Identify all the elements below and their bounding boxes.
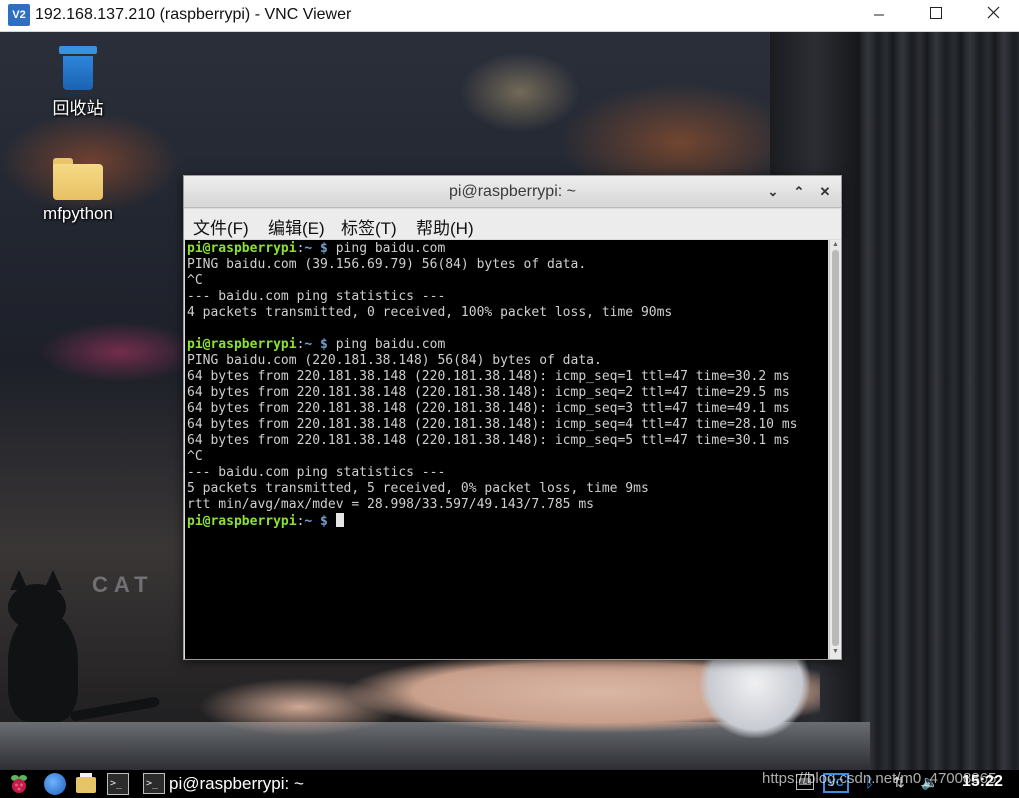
terminal-prompt-line: pi@raspberrypi:~ $ ping baidu.com — [187, 337, 797, 353]
menu-help[interactable]: 帮助(H) — [416, 214, 474, 239]
maximize-icon — [930, 7, 942, 19]
terminal-close-button[interactable]: ✕ — [816, 183, 834, 201]
terminal-menubar: 文件(F) 编辑(E) 标签(T) 帮助(H) — [184, 209, 841, 239]
terminal-output-line: 64 bytes from 220.181.38.148 (220.181.38… — [187, 385, 790, 400]
terminal-output-line: PING baidu.com (39.156.69.79) 56(84) byt… — [187, 257, 587, 272]
taskbar-task-label: pi@raspberrypi: ~ — [169, 774, 304, 793]
terminal-launcher-icon[interactable]: >_ — [107, 773, 129, 795]
raspberry-menu-icon[interactable] — [8, 773, 30, 795]
raspberry-icon — [11, 775, 27, 793]
watermark: https://blog.csdn.net/m0_47008865 — [762, 770, 997, 787]
scroll-up-icon[interactable]: ▲ — [832, 241, 839, 248]
terminal-cursor — [335, 513, 344, 527]
close-icon — [987, 6, 1000, 19]
vnc-window-title: 192.168.137.210 (raspberrypi) - VNC View… — [35, 6, 352, 23]
window-close-button[interactable] — [964, 0, 1019, 30]
close-icon: ✕ — [819, 184, 831, 199]
trash-icon — [59, 46, 97, 90]
terminal-output-line: --- baidu.com ping statistics --- — [187, 289, 446, 304]
wallpaper-neon-sign: CAT — [92, 572, 154, 597]
prompt-symbol: $ — [312, 337, 336, 352]
folder-icon — [53, 158, 103, 200]
terminal-maximize-button[interactable]: ⌃ — [790, 183, 808, 201]
terminal-output-line: 64 bytes from 220.181.38.148 (220.181.38… — [187, 417, 798, 432]
minimize-icon — [874, 14, 884, 16]
terminal-output-line: rtt min/avg/max/mdev = 28.998/33.597/49.… — [187, 497, 594, 512]
taskbar-task-terminal[interactable]: >_ pi@raspberrypi: ~ — [141, 772, 331, 796]
wallpaper-cat-ear — [44, 570, 62, 590]
web-browser-icon[interactable] — [44, 773, 66, 795]
chevron-down-icon: ⌄ — [767, 184, 779, 199]
terminal-output-line: 5 packets transmitted, 5 received, 0% pa… — [187, 481, 649, 496]
file-manager-icon[interactable] — [76, 773, 98, 795]
terminal-output-line: ^C — [187, 273, 203, 288]
wallpaper-cat-ear — [10, 570, 28, 590]
prompt-symbol: $ — [312, 514, 336, 529]
terminal-prompt-line: pi@raspberrypi:~ $ ping baidu.com — [187, 241, 797, 257]
wallpaper-curtain — [860, 32, 1019, 770]
wallpaper-cat-head — [8, 584, 66, 630]
terminal-minimize-button[interactable]: ⌄ — [764, 183, 782, 201]
prompt-command: ping baidu.com — [335, 241, 446, 256]
terminal-output-line: --- baidu.com ping statistics --- — [187, 465, 446, 480]
terminal-output-line: 64 bytes from 220.181.38.148 (220.181.38… — [187, 369, 790, 384]
chevron-up-icon: ⌃ — [793, 184, 805, 199]
terminal-output[interactable]: pi@raspberrypi:~ $ ping baidu.com PING ba… — [185, 240, 828, 659]
window-maximize-button[interactable] — [907, 0, 965, 30]
prompt-command: ping baidu.com — [335, 337, 446, 352]
prompt-user: pi@raspberrypi — [187, 241, 297, 256]
terminal-title: pi@raspberrypi: ~ — [449, 183, 576, 200]
menu-file[interactable]: 文件(F) — [193, 214, 249, 239]
terminal-output-line: 64 bytes from 220.181.38.148 (220.181.38… — [187, 433, 790, 448]
terminal-scrollbar[interactable]: ▲ ▼ — [829, 240, 841, 659]
remote-desktop[interactable]: CAT 回收站 mfpython pi@raspberrypi: ~ ⌄ ⌃ ✕ — [0, 32, 1019, 770]
vnc-app-icon: V2 — [8, 4, 30, 26]
desktop-icon-label: 回收站 — [52, 99, 104, 118]
terminal-titlebar[interactable]: pi@raspberrypi: ~ ⌄ ⌃ ✕ — [184, 176, 841, 208]
terminal-output-line — [187, 321, 797, 337]
scrollbar-thumb[interactable] — [832, 250, 839, 646]
terminal-window[interactable]: pi@raspberrypi: ~ ⌄ ⌃ ✕ 文件(F) 编辑(E) 标签(T… — [183, 175, 842, 660]
terminal-output-line: ^C — [187, 449, 203, 464]
desktop-icon-trash[interactable]: 回收站 — [30, 46, 126, 119]
window-minimize-button[interactable] — [850, 0, 908, 30]
menu-tabs[interactable]: 标签(T) — [341, 214, 397, 239]
terminal-output-line: 4 packets transmitted, 0 received, 100% … — [187, 305, 673, 320]
terminal-text: pi@raspberrypi:~ $ ping baidu.com PING ba… — [187, 241, 797, 529]
terminal-output-line: 64 bytes from 220.181.38.148 (220.181.38… — [187, 401, 790, 416]
prompt-user: pi@raspberrypi — [187, 514, 297, 529]
prompt-symbol: $ — [312, 241, 336, 256]
terminal-prompt-line: pi@raspberrypi:~ $ — [187, 513, 797, 529]
menu-edit[interactable]: 编辑(E) — [268, 214, 325, 239]
scroll-down-icon[interactable]: ▼ — [832, 648, 839, 655]
terminal-output-line: PING baidu.com (220.181.38.148) 56(84) b… — [187, 353, 602, 368]
vnc-titlebar: V2 192.168.137.210 (raspberrypi) - VNC V… — [0, 0, 1019, 32]
desktop-icon-label: mfpython — [43, 204, 113, 223]
desktop-icon-folder[interactable]: mfpython — [30, 158, 126, 224]
terminal-icon: >_ — [143, 773, 165, 794]
prompt-user: pi@raspberrypi — [187, 337, 297, 352]
